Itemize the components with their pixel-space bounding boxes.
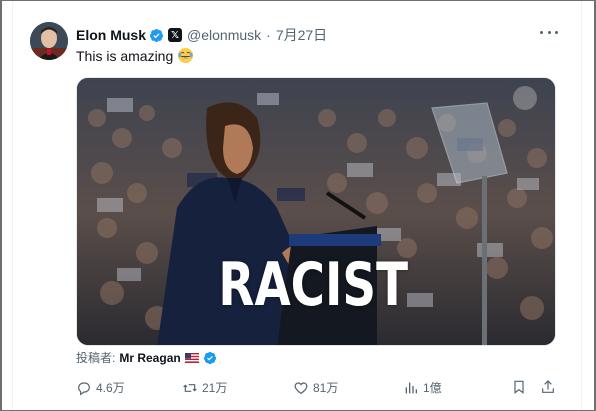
- tweet-date[interactable]: 7月27日: [276, 25, 327, 45]
- share-button[interactable]: [540, 379, 556, 395]
- like-button[interactable]: 81万: [293, 379, 338, 396]
- avatar-image: [30, 22, 68, 60]
- repost-icon: [183, 383, 197, 392]
- verified-badge-icon: [149, 28, 164, 42]
- author-handle[interactable]: @elonmusk: [187, 27, 261, 43]
- share-icon: [542, 380, 554, 393]
- media-overlay-text: RACIST: [218, 250, 409, 320]
- avatar[interactable]: [30, 22, 68, 60]
- views-button[interactable]: 1億: [403, 379, 442, 396]
- heart-icon: [294, 381, 308, 394]
- date-separator: ·: [266, 27, 271, 43]
- reply-button[interactable]: 4.6万: [76, 379, 125, 396]
- attribution-prefix: 投稿者:: [76, 351, 116, 365]
- more-options-icon[interactable]: [540, 23, 558, 41]
- media-attribution: 投稿者: Mr Reagan: [76, 349, 217, 366]
- repost-button[interactable]: 21万: [182, 379, 227, 396]
- tweet-text: This is amazing: [76, 47, 194, 64]
- repost-count: 21万: [202, 381, 228, 395]
- bar-chart-icon: [405, 382, 417, 393]
- tweet-text-content: This is amazing: [76, 47, 174, 64]
- tweet-card[interactable]: Elon Musk 𝕏 @elonmusk · 7月27日 This is am…: [2, 1, 594, 410]
- attribution-name[interactable]: Mr Reagan: [119, 351, 180, 365]
- like-count: 81万: [313, 381, 339, 395]
- verified-badge-icon: [203, 351, 216, 364]
- tweet-actions: 4.6万 21万 81万 1億: [76, 377, 558, 399]
- us-flag-icon: [184, 352, 199, 363]
- face-with-tears-of-joy-icon: [178, 47, 194, 64]
- view-count: 1億: [423, 381, 442, 395]
- x-affiliation-icon: 𝕏: [168, 28, 183, 42]
- author-name[interactable]: Elon Musk: [76, 27, 146, 43]
- bookmark-icon: [514, 380, 524, 394]
- reply-count: 4.6万: [96, 381, 125, 395]
- bookmark-button[interactable]: [511, 379, 527, 395]
- tweet-header: Elon Musk 𝕏 @elonmusk · 7月27日: [76, 25, 327, 45]
- tweet-media-image[interactable]: RACIST: [76, 77, 556, 346]
- reply-icon: [78, 381, 90, 395]
